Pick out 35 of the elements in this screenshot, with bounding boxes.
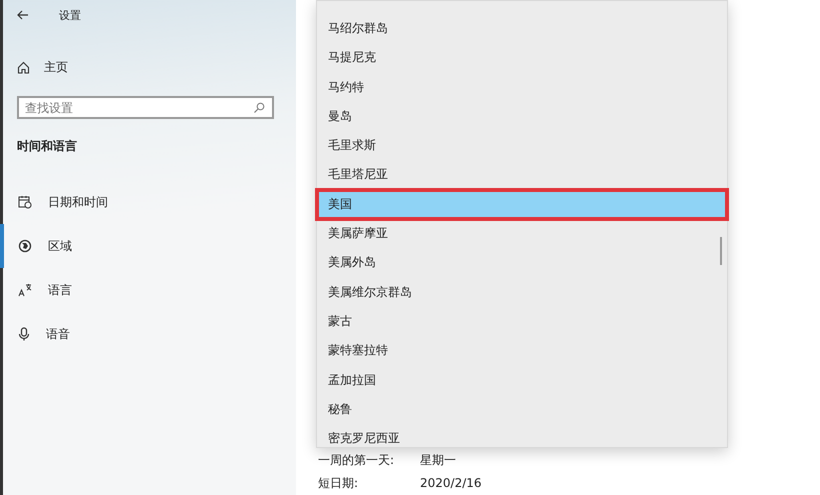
dropdown-option[interactable]: 美属外岛 [317, 248, 727, 278]
sidebar-item[interactable]: 日期和时间 [0, 180, 296, 224]
search-field[interactable]: 查找设置 [17, 96, 274, 119]
search-icon [253, 102, 265, 114]
microphone-icon [18, 327, 30, 341]
sidebar-item[interactable]: 区域 [0, 224, 296, 268]
dropdown-option[interactable]: 蒙古 [317, 306, 727, 336]
section-heading: 时间和语言 [17, 138, 77, 155]
dropdown-option[interactable]: 毛里塔尼亚 [317, 160, 727, 190]
dropdown-option[interactable]: 毛里求斯 [317, 131, 727, 160]
dropdown-option[interactable]: 秘鲁 [317, 394, 727, 424]
sidebar-item[interactable]: 语言 [0, 268, 296, 312]
dropdown-option[interactable]: 美属萨摩亚 [317, 219, 727, 248]
language-icon [18, 283, 32, 297]
window-title: 设置 [59, 8, 81, 22]
dropdown-option[interactable]: 密克罗尼西亚 [317, 424, 727, 454]
scrollbar-thumb[interactable] [720, 237, 722, 265]
home-icon [17, 60, 30, 74]
dropdown-option[interactable]: 美国 [317, 190, 727, 220]
format-value: 2020/2/16 [420, 476, 482, 490]
format-label: 一周的第一天: [318, 452, 396, 468]
dropdown-option[interactable]: 蒙特塞拉特 [317, 336, 727, 366]
calendar-clock-icon [18, 195, 32, 209]
dropdown-option[interactable]: 马提尼克 [317, 43, 727, 73]
back-arrow-icon[interactable] [17, 10, 29, 20]
sidebar-item[interactable]: 语音 [0, 312, 296, 356]
dropdown-option[interactable]: 马约特 [317, 72, 727, 102]
home-link[interactable]: 主页 [3, 52, 68, 82]
format-value: 星期一 [420, 452, 456, 468]
dropdown-option[interactable]: 孟加拉国 [317, 366, 727, 395]
dropdown-option[interactable]: 马绍尔群岛 [317, 14, 727, 44]
globe-icon [18, 239, 32, 253]
dropdown-option[interactable]: 美属维尔京群岛 [317, 278, 727, 307]
format-label: 短日期: [318, 474, 360, 492]
dropdown-option[interactable]: 曼岛 [317, 102, 727, 132]
